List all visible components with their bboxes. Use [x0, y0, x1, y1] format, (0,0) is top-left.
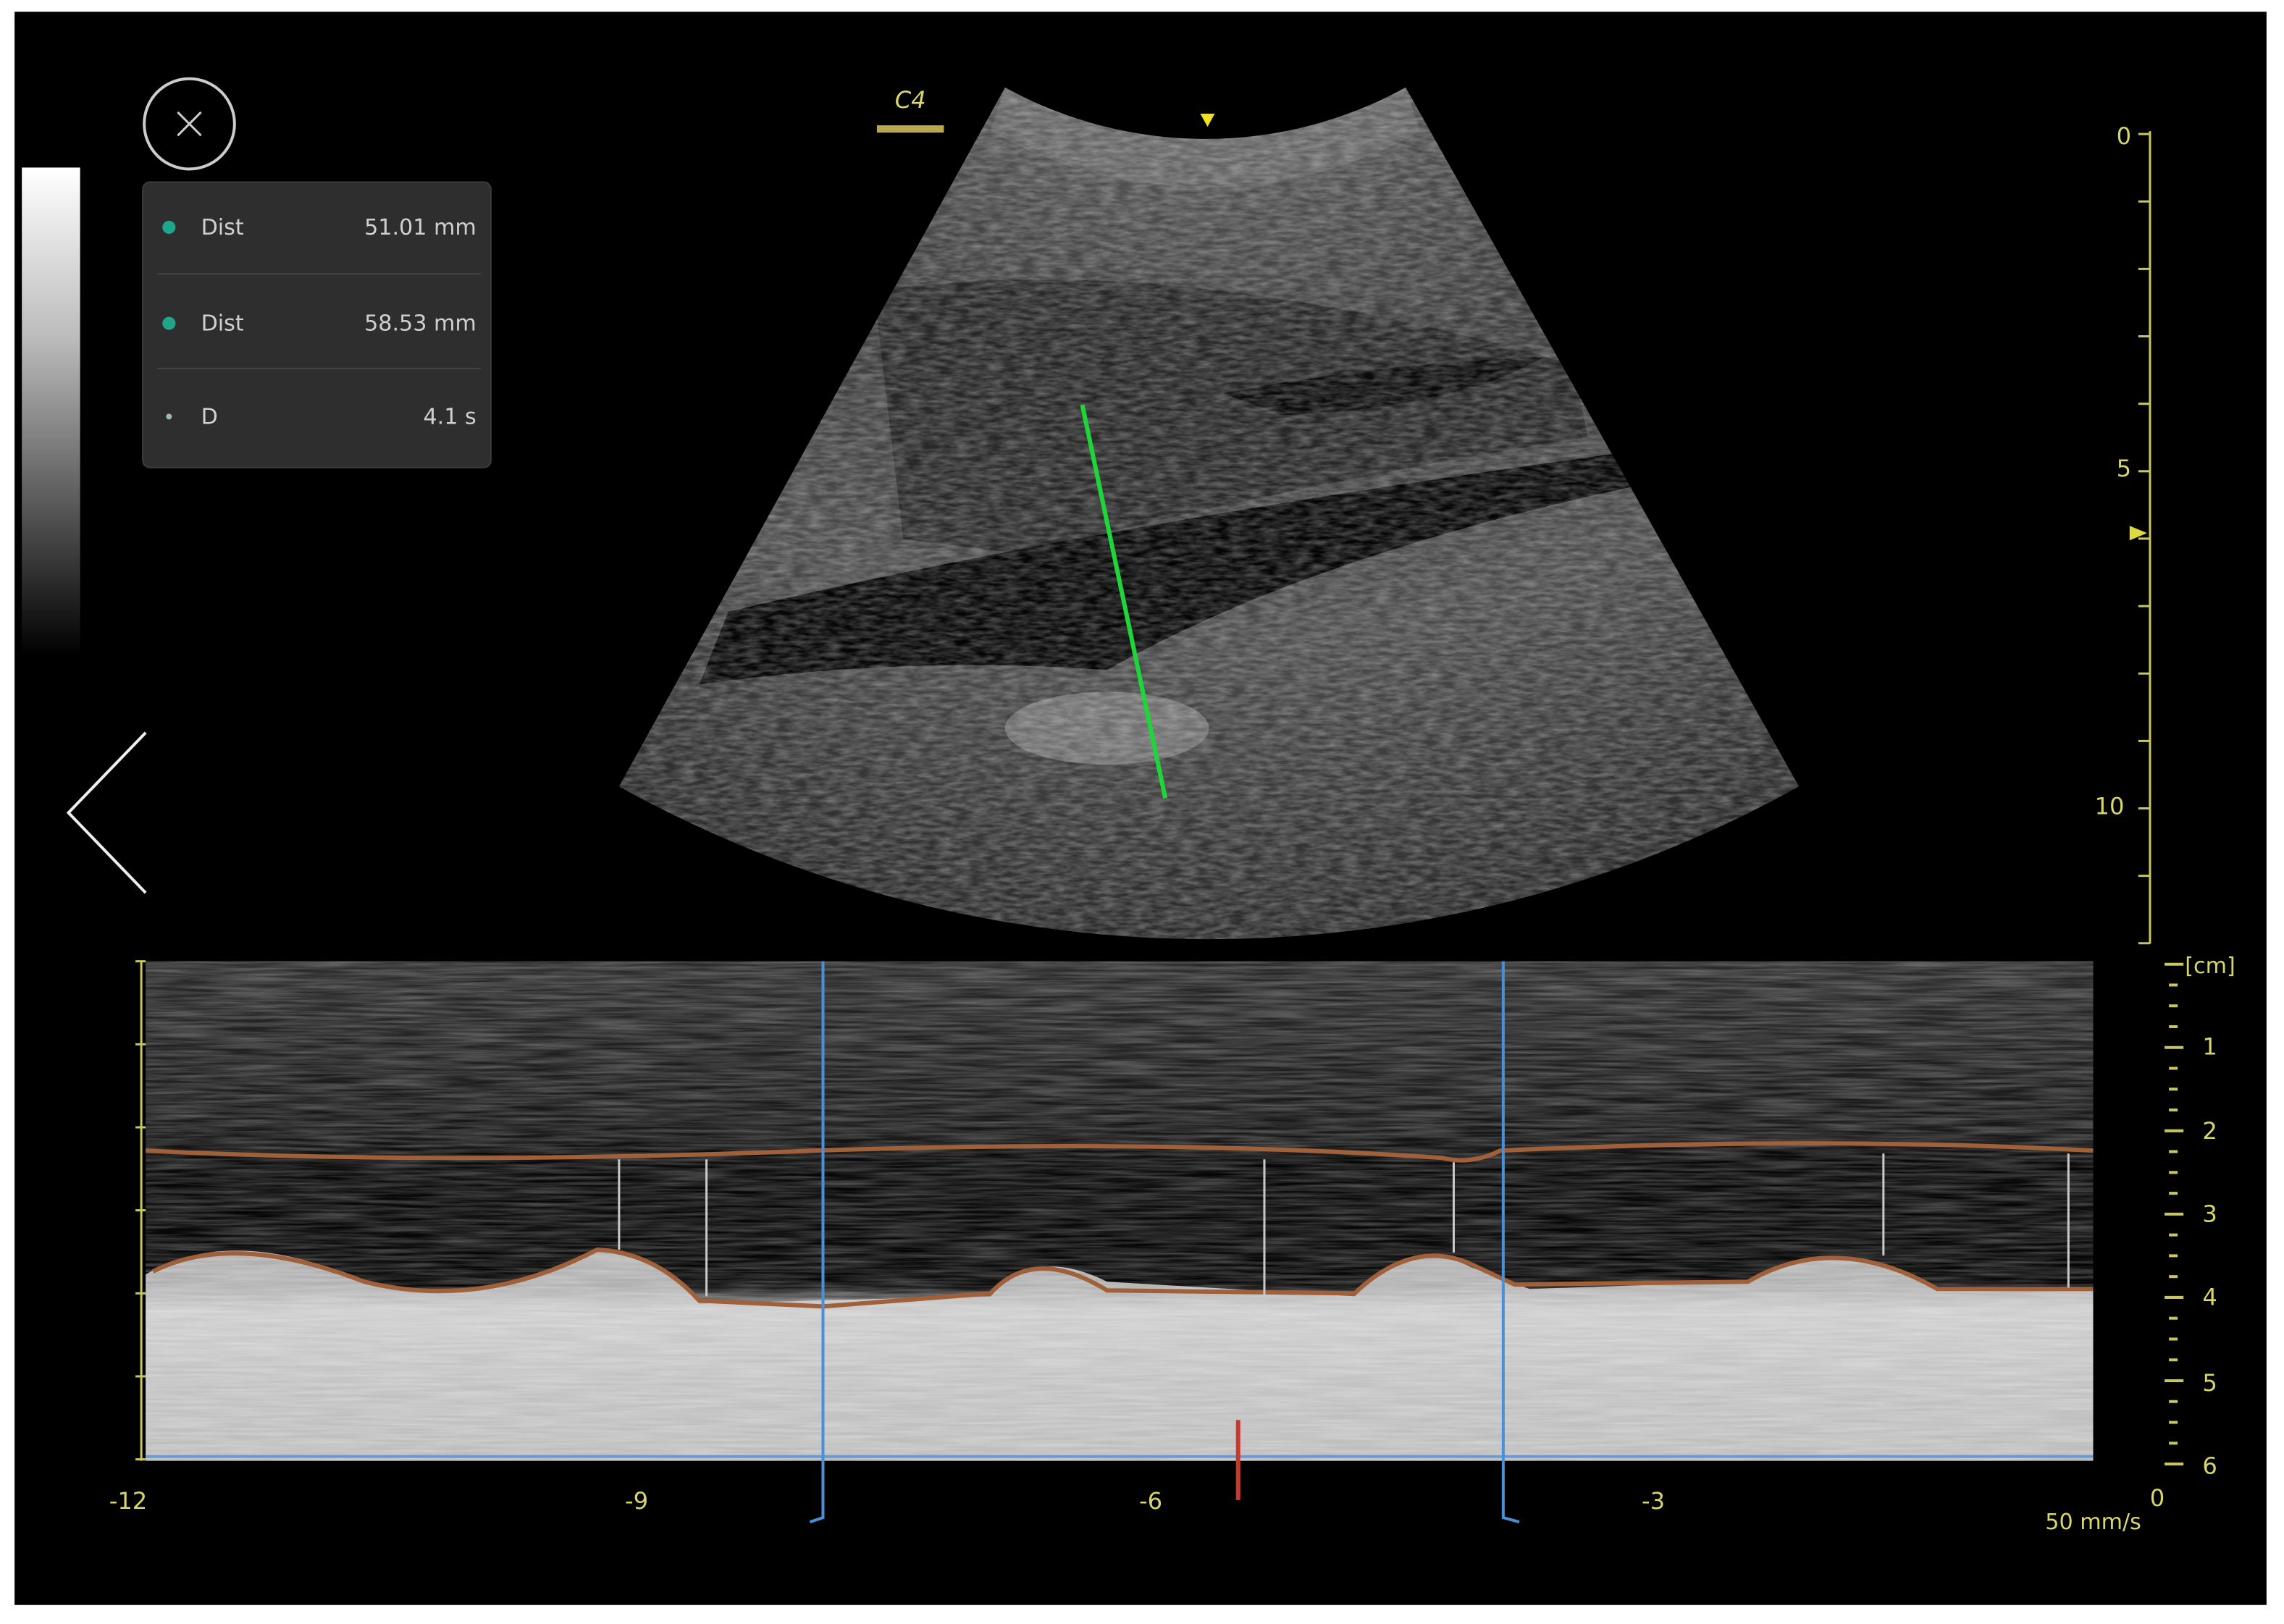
sweep-speed-label: 50 mm/s [2045, 1510, 2141, 1535]
mmode-depth-label: 1 [2202, 1032, 2217, 1060]
time-label: -12 [109, 1487, 148, 1515]
measurement-value: 58.53 mm [364, 311, 476, 337]
marker-dot-icon [162, 221, 175, 234]
mmode-depth-label: 3 [2202, 1200, 2217, 1228]
grayscale-bar [22, 167, 80, 655]
measurement-panel: Dist 51.01 mm Dist 58.53 mm D 4.1 s [143, 182, 491, 468]
measurement-label: D [201, 404, 218, 429]
measurement-value: 51.01 mm [364, 215, 476, 240]
mmode-depth-label: 2 [2202, 1117, 2217, 1145]
mmode-trace [146, 962, 2093, 1461]
marker-dot-icon [162, 317, 175, 330]
ultrasound-screen: Dist 51.01 mm Dist 58.53 mm D 4.1 s C4 [0, 0, 2284, 1624]
time-label: -3 [1642, 1487, 1665, 1515]
mmode-depth-label: 6 [2202, 1452, 2217, 1480]
mmode-depth-label: 4 [2202, 1283, 2217, 1310]
depth-label: 10 [2095, 793, 2125, 820]
time-label: 0 [2150, 1484, 2165, 1512]
mmode-depth-unit: [cm] [2185, 954, 2235, 979]
time-label: -9 [625, 1487, 648, 1515]
measurement-label: Dist [201, 215, 244, 240]
depth-label: 0 [2117, 122, 2131, 150]
marker-dot-icon [166, 413, 172, 419]
measurement-value: 4.1 s [423, 404, 476, 429]
probe-label: C4 [895, 86, 926, 114]
probe-sublabel [877, 125, 944, 132]
time-label: -6 [1139, 1487, 1162, 1515]
depth-label: 5 [2117, 455, 2131, 482]
mmode-depth-label: 5 [2202, 1369, 2217, 1397]
measurement-label: Dist [201, 311, 244, 337]
